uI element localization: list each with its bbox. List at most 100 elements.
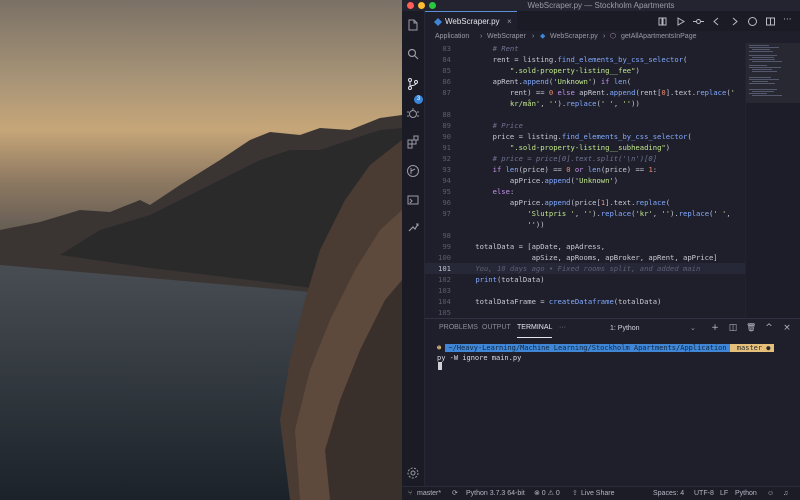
next-change-icon[interactable] <box>729 16 740 27</box>
minimap[interactable] <box>745 43 800 318</box>
language-mode[interactable]: Python <box>735 487 757 500</box>
tab-close-icon[interactable]: × <box>507 12 512 32</box>
code-line[interactable]: 105 <box>425 307 745 318</box>
code-line[interactable]: 86 apRent.append('Unknown') if len( <box>425 76 745 87</box>
breadcrumb-item[interactable]: WebScraper <box>487 31 526 43</box>
code-line[interactable]: 97 'Slutpris ', '').replace('kr', '').re… <box>425 208 745 219</box>
encoding-status[interactable]: UTF-8 <box>694 487 714 500</box>
code-line[interactable]: 96 apPrice.append(price[1].text.replace( <box>425 197 745 208</box>
code-line[interactable]: 88 <box>425 109 745 120</box>
sync-icon[interactable]: ⟳ <box>452 487 458 500</box>
line-number: 84 <box>442 55 451 64</box>
code-line[interactable]: 85 ".sold-property-listing__fee") <box>425 65 745 76</box>
line-number: 97 <box>442 209 451 218</box>
code-line[interactable]: 99 totalData = [apDate, apAdress, <box>425 241 745 252</box>
code-text: apRent.append('Unknown') if len( <box>458 77 632 86</box>
minimize-window-button[interactable] <box>418 2 425 9</box>
maximize-panel-button[interactable]: ^ <box>764 323 774 333</box>
search-icon[interactable] <box>406 47 420 61</box>
code-line[interactable]: 92 # price = price[0].text.split('\n')[0… <box>425 153 745 164</box>
code-text: '')) <box>527 220 545 229</box>
code-line[interactable]: 103 <box>425 285 745 296</box>
close-window-button[interactable] <box>407 2 414 9</box>
window-title: WebScraper.py — Stockholm Apartments <box>527 1 675 10</box>
code-line[interactable]: 98 <box>425 230 745 241</box>
code-line[interactable]: 104 totalDataFrame = createDataframe(tot… <box>425 296 745 307</box>
code-editor[interactable]: 83 # Rent 84 rent = listing.find_elements… <box>425 43 745 318</box>
code-line[interactable]: 93 if len(price) == 0 or len(price) == 1… <box>425 164 745 175</box>
code-line[interactable]: 100 apSize, apRooms, apBroker, apRent, a… <box>425 252 745 263</box>
code-line[interactable]: 102 print(totalData) <box>425 274 745 285</box>
remote-explorer-icon[interactable] <box>406 193 420 207</box>
tab-problems[interactable]: PROBLEMS <box>439 319 478 337</box>
line-number: 104 <box>438 297 451 306</box>
code-text: kr/mån', '').replace(' ', '')) <box>509 99 640 108</box>
code-line[interactable]: 94 apPrice.append('Unknown') <box>425 175 745 186</box>
terminal-select[interactable]: 1: Python ⌄ <box>610 323 698 334</box>
code-line[interactable]: 83 # Rent <box>425 43 745 54</box>
debug-icon[interactable] <box>406 106 420 120</box>
code-line[interactable]: 87 rent) == 0 else apRent.append(rent[0]… <box>425 87 745 98</box>
previous-change-icon[interactable] <box>711 16 722 27</box>
minimap-preview <box>746 43 800 103</box>
problems-status[interactable]: ⊗ 0 ⚠ 0 <box>534 487 560 500</box>
extensions-icon[interactable] <box>406 135 420 149</box>
split-terminal-button[interactable]: ◫ <box>728 323 738 333</box>
run-file-icon[interactable] <box>675 16 686 27</box>
settings-gear-icon[interactable] <box>406 466 420 480</box>
code-line[interactable]: kr/mån', '').replace(' ', '')) <box>425 98 745 109</box>
code-text: ".sold-property-listing__subheading") <box>509 143 671 152</box>
line-number: 94 <box>442 176 451 185</box>
live-share-icon[interactable] <box>406 221 420 235</box>
git-graph-icon[interactable] <box>406 164 420 178</box>
close-panel-button[interactable]: × <box>782 323 792 333</box>
line-number: 96 <box>442 198 451 207</box>
line-number: 85 <box>442 66 451 75</box>
feedback-icon[interactable]: ☺ <box>767 487 774 500</box>
source-control-icon[interactable] <box>406 77 420 91</box>
eol-status[interactable]: LF <box>720 487 728 500</box>
code-text: # Rent <box>492 44 519 53</box>
code-line[interactable]: 101 You, 10 days ago • Fixed rooms split… <box>425 263 745 274</box>
tab-webscraper-py[interactable]: WebScraper.py × <box>425 11 517 32</box>
code-line[interactable]: 91 ".sold-property-listing__subheading") <box>425 142 745 153</box>
vscode-window: WebScraper.py — Stockholm Apartments 3 W… <box>402 0 800 500</box>
explorer-icon[interactable] <box>406 18 420 32</box>
tab-terminal[interactable]: TERMINAL <box>517 319 553 338</box>
line-number: 105 <box>438 308 451 317</box>
breadcrumb-item[interactable]: getAllApartmentsInPage <box>621 31 697 43</box>
toggle-blame-icon[interactable] <box>747 16 758 27</box>
title-bar: WebScraper.py — Stockholm Apartments <box>402 0 800 11</box>
prompt-path: ~/Heavy-Learning/Machine Learning/Stockh… <box>445 344 730 352</box>
code-line[interactable]: 84 rent = listing.find_elements_by_css_s… <box>425 54 745 65</box>
kill-terminal-button[interactable]: 🗑 <box>746 323 756 333</box>
line-number: 91 <box>442 143 451 152</box>
scm-badge: 3 <box>414 95 423 104</box>
code-text: # Price <box>492 121 523 130</box>
breadcrumb-item[interactable]: Application <box>435 31 469 43</box>
notifications-icon[interactable]: ♫ <box>783 487 788 500</box>
tab-output[interactable]: OUTPUT <box>482 319 511 337</box>
tab-label: WebScraper.py <box>445 17 500 26</box>
status-bar: ⑂ master* ⟳ Python 3.7.3 64-bit ⊗ 0 ⚠ 0 … <box>402 486 800 500</box>
compare-changes-icon[interactable] <box>657 16 668 27</box>
chevron-down-icon: ⌄ <box>690 325 696 332</box>
code-text: 'Slutpris ', '').replace('kr', '').repla… <box>527 209 731 218</box>
panel-more-icon[interactable]: ··· <box>559 319 566 337</box>
code-line[interactable]: 89 # Price <box>425 120 745 131</box>
code-line[interactable]: 95 else: <box>425 186 745 197</box>
more-actions-icon[interactable]: ··· <box>783 16 794 27</box>
open-changes-icon[interactable] <box>693 16 704 27</box>
line-number: 83 <box>442 44 451 53</box>
indentation-status[interactable]: Spaces: 4 <box>653 487 684 500</box>
breadcrumb-item[interactable]: WebScraper.py <box>550 31 598 43</box>
code-line[interactable]: '')) <box>425 219 745 230</box>
terminal-area[interactable] <box>437 361 798 481</box>
split-editor-icon[interactable] <box>765 16 776 27</box>
new-terminal-button[interactable]: + <box>710 323 720 333</box>
python-interpreter[interactable]: Python 3.7.3 64-bit <box>466 487 525 500</box>
zoom-window-button[interactable] <box>429 2 436 9</box>
git-branch-status[interactable]: master* <box>417 487 441 500</box>
code-line[interactable]: 90 price = listing.find_elements_by_css_… <box>425 131 745 142</box>
live-share-status[interactable]: Live Share <box>581 487 614 500</box>
